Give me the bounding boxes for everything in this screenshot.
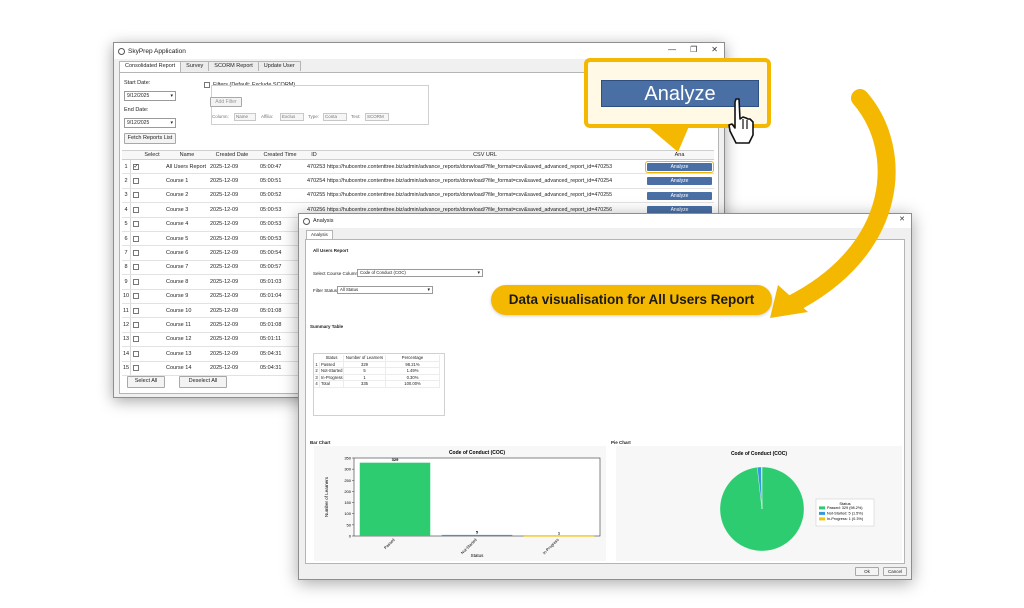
callout-pointer — [645, 124, 690, 152]
curved-arrow — [781, 89, 896, 314]
hand-cursor-icon — [728, 98, 754, 144]
caption-pill: Data visualisation for All Users Report — [491, 285, 772, 315]
